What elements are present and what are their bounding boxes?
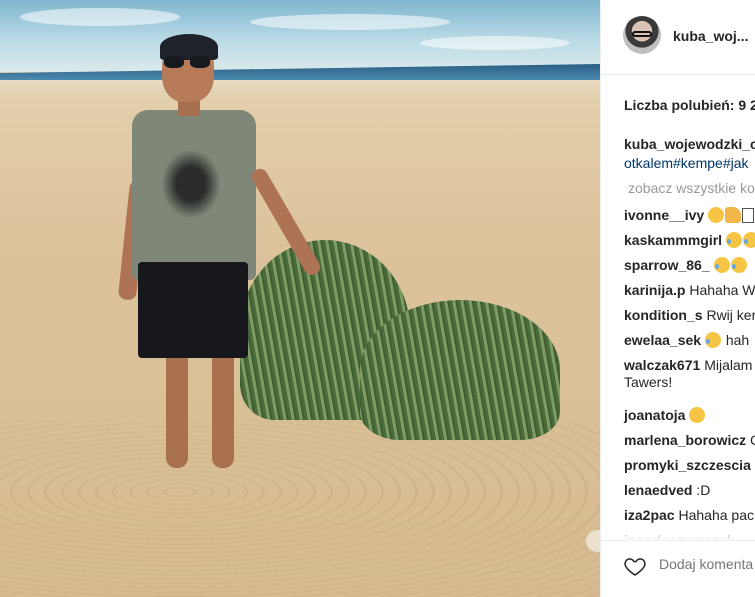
likes-count[interactable]: Liczba polubień: 9 2 xyxy=(624,97,755,113)
avatar[interactable] xyxy=(623,16,661,54)
thumbs-up-emoji-icon xyxy=(725,207,742,223)
person xyxy=(117,30,323,490)
list-item: ivonne__ivy xyxy=(624,207,755,232)
comment-username[interactable]: joanatoja xyxy=(624,407,685,423)
comment-username[interactable]: sparrow_86_ xyxy=(624,257,710,273)
comment-username[interactable]: ewelaa_sek xyxy=(624,332,701,348)
heart-outline-icon[interactable] xyxy=(623,554,647,578)
grinning-emoji-icon xyxy=(708,207,725,223)
grinning-emoji-icon xyxy=(689,407,706,423)
comment-username[interactable]: marlena_borowicz xyxy=(624,432,746,448)
sweat-smile-emoji-icon xyxy=(704,332,721,348)
comment-text: Mijalam xyxy=(704,357,753,373)
list-item: kaskammmgirl xyxy=(624,232,755,257)
caption-username[interactable]: kuba_wojewodzki_c xyxy=(624,136,755,152)
post-header: kuba_woj... xyxy=(601,0,755,75)
list-item: karinija.p Hahaha W xyxy=(624,282,755,307)
comment-text: :D xyxy=(696,482,711,498)
post-username[interactable]: kuba_woj... xyxy=(673,28,748,44)
comment-text: hah xyxy=(725,332,750,348)
comment-username[interactable]: kondition_s xyxy=(624,307,703,323)
comment-username[interactable]: lenaedved xyxy=(624,482,692,498)
list-item: marlena_borowicz C xyxy=(624,432,755,457)
comment-text-continued: Tawers! xyxy=(624,374,673,390)
add-comment-input[interactable] xyxy=(659,556,755,572)
tears-of-joy-emoji-icon xyxy=(742,232,755,248)
grass-clump xyxy=(360,300,560,440)
see-all-comments-link[interactable]: zobacz wszystkie ko xyxy=(628,180,755,196)
list-item: joanatoja xyxy=(624,407,755,432)
tears-of-joy-emoji-icon xyxy=(713,257,730,273)
comment-username[interactable]: walczak671 xyxy=(624,357,700,373)
comment-list: ivonne__ivy kaskammmgirl sparrow_86_ kar… xyxy=(624,207,755,557)
tears-of-joy-emoji-icon xyxy=(730,257,747,273)
list-item: promyki_szczescia r xyxy=(624,457,755,482)
list-item: walczak671 Mijalam Tawers! xyxy=(624,357,755,407)
post-photo[interactable] xyxy=(0,0,600,597)
unknown-glyph-icon xyxy=(742,208,755,223)
list-item: ewelaa_sek hah xyxy=(624,332,755,357)
comment-username[interactable]: promyki_szczescia xyxy=(624,457,751,473)
comment-username[interactable]: ivonne__ivy xyxy=(624,207,704,223)
comment-username[interactable]: kaskammmgirl xyxy=(624,232,722,248)
comment-text: Hahaha W xyxy=(689,282,755,298)
list-item: sparrow_86_ xyxy=(624,257,755,282)
scroll-fade xyxy=(601,520,755,540)
comment-text: Rwij ker xyxy=(706,307,755,323)
tears-of-joy-emoji-icon xyxy=(725,232,742,248)
post-sidebar: kuba_woj... Liczba polubień: 9 2 kuba_wo… xyxy=(600,0,755,597)
list-item: kondition_s Rwij ker xyxy=(624,307,755,332)
list-item: lenaedved :D xyxy=(624,482,755,507)
comment-username[interactable]: karinija.p xyxy=(624,282,685,298)
post-actions xyxy=(601,540,755,597)
comment-text: C xyxy=(750,432,755,448)
caption-hashtags[interactable]: otkalem#kempe#jak xyxy=(624,155,749,171)
